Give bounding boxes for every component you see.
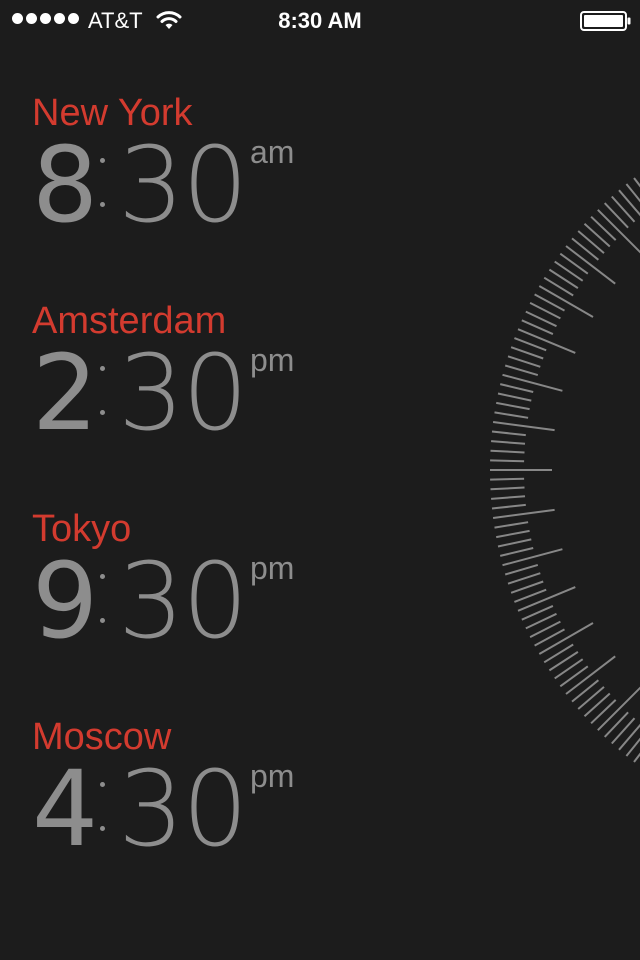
dial-minor-tick bbox=[534, 293, 565, 312]
dial-minor-tick bbox=[583, 692, 611, 717]
dial-minor-tick bbox=[521, 604, 554, 621]
dial-minor-tick bbox=[583, 223, 611, 248]
dial-minor-tick bbox=[590, 215, 617, 241]
dial-minor-tick bbox=[543, 276, 574, 297]
dial-minor-tick bbox=[499, 383, 534, 393]
dial-minor-tick bbox=[497, 538, 532, 548]
time-meridiem: am bbox=[250, 134, 295, 170]
dial-major-tick bbox=[517, 328, 576, 354]
dial-major-tick bbox=[565, 245, 616, 285]
dial-minor-tick bbox=[490, 459, 525, 463]
dial-minor-tick bbox=[571, 237, 600, 261]
city-clock-new-york[interactable]: New York 8 30 am bbox=[32, 92, 452, 292]
dial-minor-tick bbox=[625, 183, 640, 203]
dial-minor-tick bbox=[514, 337, 547, 352]
dial-minor-tick bbox=[521, 319, 554, 336]
dial-minor-tick bbox=[499, 547, 534, 557]
dial-minor-tick bbox=[625, 737, 640, 757]
dial-minor-tick bbox=[504, 563, 539, 576]
dial-minor-tick bbox=[497, 392, 532, 402]
dial-minor-tick bbox=[548, 268, 579, 289]
dial-minor-tick bbox=[603, 711, 629, 738]
time-hour: 9 bbox=[32, 540, 98, 662]
dial-minor-tick bbox=[491, 440, 526, 445]
dial-minor-tick bbox=[525, 310, 557, 328]
time-minutes: 30 bbox=[118, 540, 248, 662]
dial-major-tick bbox=[502, 373, 563, 392]
dial-minor-tick bbox=[490, 449, 525, 454]
dial-major-tick bbox=[633, 752, 640, 763]
dial-minor-tick bbox=[554, 658, 584, 680]
dial-minor-tick bbox=[510, 346, 544, 360]
dial-minor-tick bbox=[611, 717, 636, 745]
dial-minor-tick bbox=[577, 686, 605, 710]
dial-minor-tick bbox=[494, 521, 529, 529]
battery-icon bbox=[580, 11, 631, 31]
status-bar: AT&T 8:30 AM bbox=[0, 0, 640, 40]
dial-major-tick bbox=[492, 508, 555, 519]
time-meridiem: pm bbox=[250, 550, 295, 586]
dial-major-tick bbox=[492, 421, 555, 432]
dial-major-tick bbox=[597, 209, 640, 254]
dial-minor-tick bbox=[491, 430, 526, 437]
dial-minor-tick bbox=[571, 679, 600, 703]
time-meridiem: pm bbox=[250, 342, 295, 378]
dial-minor-tick bbox=[496, 529, 530, 539]
dial-minor-tick bbox=[618, 189, 640, 217]
dial-minor-tick bbox=[507, 355, 541, 368]
dial-minor-tick bbox=[529, 620, 561, 638]
time-minutes: 30 bbox=[118, 748, 248, 870]
status-time: 8:30 AM bbox=[278, 8, 362, 33]
dial-minor-tick bbox=[491, 503, 526, 510]
time-hour: 8 bbox=[32, 124, 98, 246]
time-colon bbox=[100, 574, 106, 624]
dial-minor-tick bbox=[534, 628, 565, 647]
dial-minor-tick bbox=[618, 723, 640, 751]
dial-minor-tick bbox=[494, 411, 529, 419]
dial-major-tick bbox=[502, 548, 563, 567]
dial-major-tick bbox=[565, 655, 616, 695]
dial-minor-tick bbox=[514, 588, 547, 603]
time-colon bbox=[100, 158, 106, 208]
time-hour: 2 bbox=[32, 332, 98, 454]
dial-major-tick bbox=[633, 177, 640, 188]
dial-minor-tick bbox=[504, 364, 539, 377]
city-clock-tokyo[interactable]: Tokyo 9 30 pm bbox=[32, 508, 452, 708]
dial-major-tick bbox=[517, 586, 576, 612]
dial-major-tick bbox=[538, 285, 594, 318]
dial-minor-tick bbox=[490, 486, 525, 491]
dial-minor-tick bbox=[559, 252, 589, 275]
dial-minor-tick bbox=[529, 302, 561, 320]
dial-minor-tick bbox=[543, 643, 574, 664]
time-hour: 4 bbox=[32, 748, 98, 870]
dial-major-tick bbox=[597, 686, 640, 731]
dial-minor-tick bbox=[490, 477, 525, 481]
city-clock-amsterdam[interactable]: Amsterdam 2 30 pm bbox=[32, 300, 452, 500]
dial-minor-tick bbox=[590, 699, 617, 725]
dial-minor-tick bbox=[611, 195, 636, 223]
time-minutes: 30 bbox=[118, 124, 248, 246]
dial-minor-tick bbox=[577, 230, 605, 254]
time-colon bbox=[100, 366, 106, 416]
dial-minor-tick bbox=[548, 651, 579, 672]
dial-minor-tick bbox=[491, 495, 526, 500]
city-clock-moscow[interactable]: Moscow 4 30 pm bbox=[32, 716, 452, 916]
dial-minor-tick bbox=[554, 260, 584, 282]
dial-minor-tick bbox=[559, 665, 589, 688]
dial-minor-tick bbox=[507, 572, 541, 585]
time-meridiem: pm bbox=[250, 758, 295, 794]
dial-minor-tick bbox=[496, 401, 530, 411]
time-minutes: 30 bbox=[118, 332, 248, 454]
time-colon bbox=[100, 782, 106, 832]
dial-minor-tick bbox=[510, 580, 544, 594]
dial-minor-tick bbox=[525, 612, 557, 630]
dial-minor-tick bbox=[603, 202, 629, 229]
dial-major-tick bbox=[538, 622, 594, 655]
